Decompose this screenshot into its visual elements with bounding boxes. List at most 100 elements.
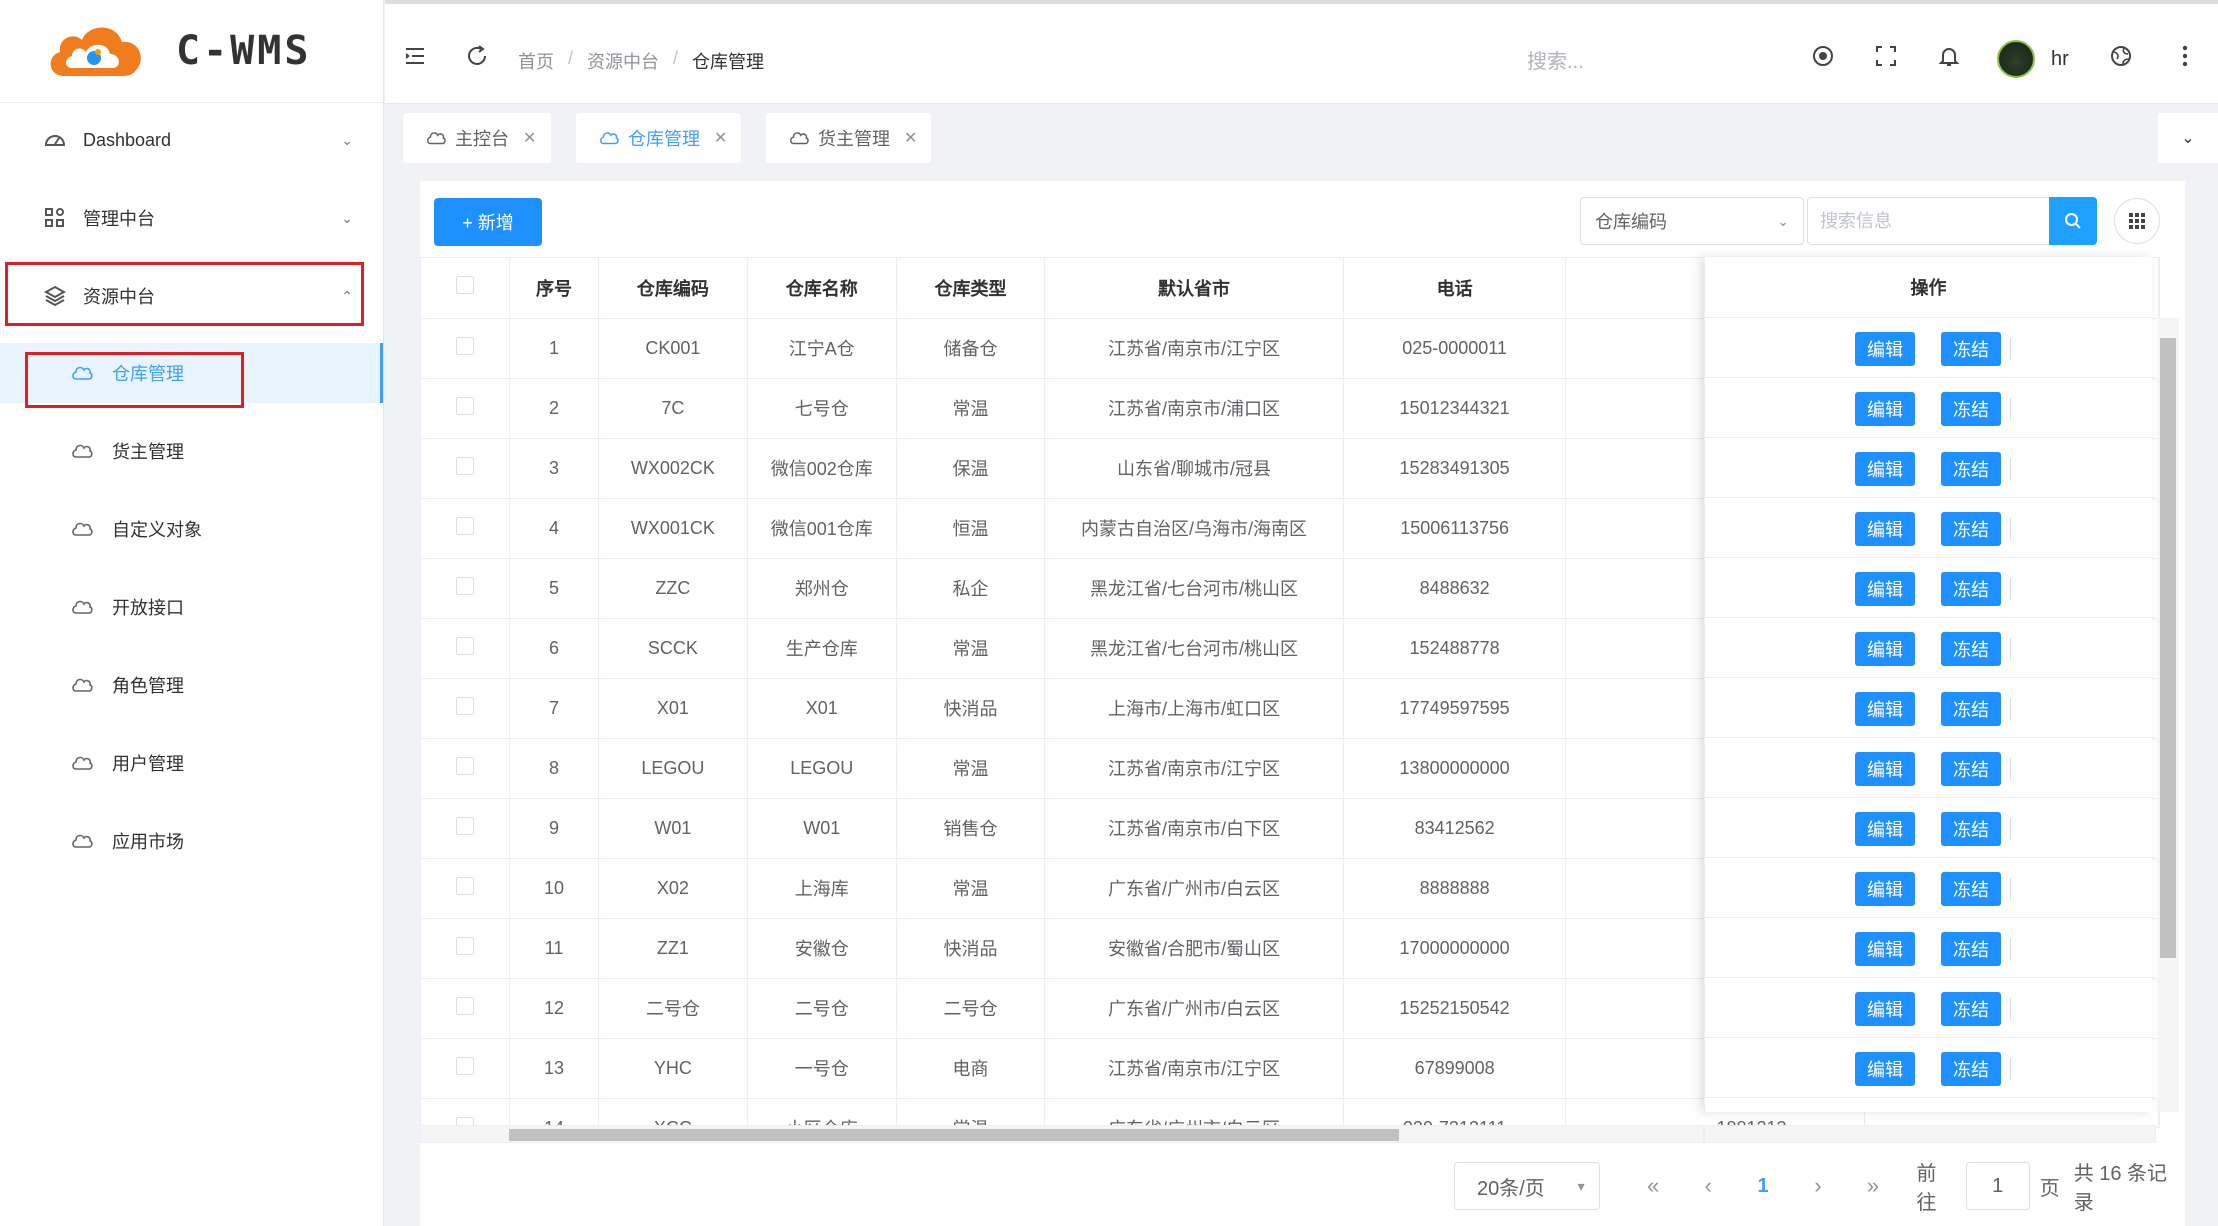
close-icon[interactable]: ✕ [523, 128, 536, 148]
bell-icon[interactable] [1935, 42, 1963, 70]
next-page-icon[interactable]: › [1791, 1173, 1846, 1199]
tab-shipper[interactable]: 货主管理 ✕ [766, 113, 931, 163]
close-icon[interactable]: ✕ [714, 128, 727, 148]
sidebar-item-custom-object[interactable]: 自定义对象 [0, 499, 383, 559]
tab-warehouse[interactable]: 仓库管理 ✕ [576, 113, 741, 163]
menu-fold-icon[interactable] [401, 42, 429, 70]
page-size-select[interactable]: 20条/页 ▾ [1454, 1162, 1600, 1210]
row-checkbox[interactable] [421, 858, 511, 919]
sidebar-item-roles[interactable]: 角色管理 [0, 655, 383, 715]
edit-button[interactable]: 编辑 [1855, 1052, 1915, 1086]
table-cell: 广东省/广州市/白云区 [1044, 1098, 1344, 1127]
column-settings-button[interactable] [2114, 198, 2160, 244]
edit-button[interactable]: 编辑 [1855, 752, 1915, 786]
fullscreen-icon[interactable] [1872, 42, 1900, 70]
row-checkbox[interactable] [421, 558, 511, 619]
table-cell: 微信002仓库 [747, 438, 897, 499]
row-checkbox[interactable] [421, 978, 511, 1039]
freeze-button[interactable]: 冻结 [1941, 992, 2001, 1026]
row-checkbox[interactable] [421, 318, 511, 379]
edit-button[interactable]: 编辑 [1855, 632, 1915, 666]
column-header[interactable]: 默认省市 [1044, 258, 1344, 319]
sidebar-item-management[interactable]: 管理中台 ⌄ [0, 188, 383, 248]
column-header[interactable]: 序号 [509, 258, 599, 319]
more-vertical-icon[interactable] [2171, 42, 2199, 70]
edit-button[interactable]: 编辑 [1855, 512, 1915, 546]
search-button[interactable] [2049, 197, 2097, 245]
cloud-outline-icon [72, 366, 93, 380]
vertical-scrollbar[interactable] [2157, 318, 2179, 1112]
globe-icon[interactable] [2107, 42, 2135, 70]
breadcrumb-resources[interactable]: 资源中台 [587, 48, 659, 74]
edit-button[interactable]: 编辑 [1855, 332, 1915, 366]
username[interactable]: hr [2051, 48, 2069, 71]
row-checkbox[interactable] [421, 498, 511, 559]
header-search[interactable]: 搜索... [1527, 45, 1584, 74]
freeze-button[interactable]: 冻结 [1941, 812, 2001, 846]
freeze-button[interactable]: 冻结 [1941, 1052, 2001, 1086]
edit-button[interactable]: 编辑 [1855, 692, 1915, 726]
record-icon[interactable] [1809, 42, 1837, 70]
row-checkbox[interactable] [421, 678, 511, 739]
page-number[interactable]: 1 [1736, 1175, 1791, 1198]
sidebar-item-open-api[interactable]: 开放接口 [0, 577, 383, 637]
prev-page-icon[interactable]: ‹ [1681, 1173, 1736, 1199]
first-page-icon[interactable]: « [1626, 1173, 1681, 1199]
breadcrumb-home[interactable]: 首页 [518, 48, 554, 74]
row-checkbox[interactable] [421, 918, 511, 979]
freeze-button[interactable]: 冻结 [1941, 632, 2001, 666]
row-checkbox[interactable] [421, 738, 511, 799]
sidebar-item-dashboard[interactable]: Dashboard ⌄ [0, 110, 383, 170]
sidebar-item-label: 开放接口 [112, 598, 184, 618]
add-button[interactable]: + 新增 [434, 198, 542, 246]
logo[interactable]: C-WMS [0, 0, 383, 103]
freeze-button[interactable]: 冻结 [1941, 572, 2001, 606]
table-cell: 3 [509, 438, 599, 499]
freeze-button[interactable]: 冻结 [1941, 332, 2001, 366]
sidebar-item-warehouse[interactable]: 仓库管理 [0, 343, 383, 403]
edit-button[interactable]: 编辑 [1855, 452, 1915, 486]
avatar[interactable] [1997, 40, 2035, 78]
horizontal-scrollbar-fixed[interactable] [1704, 1125, 2156, 1143]
freeze-button[interactable]: 冻结 [1941, 752, 2001, 786]
freeze-button[interactable]: 冻结 [1941, 872, 2001, 906]
sidebar-item-resources[interactable]: 资源中台 ⌃ [0, 266, 383, 326]
freeze-button[interactable]: 冻结 [1941, 932, 2001, 966]
edit-button[interactable]: 编辑 [1855, 932, 1915, 966]
select-all-checkbox[interactable] [421, 258, 511, 319]
edit-button[interactable]: 编辑 [1855, 392, 1915, 426]
row-checkbox[interactable] [421, 378, 511, 439]
column-header[interactable]: 仓库编码 [598, 258, 748, 319]
goto-page-input[interactable] [1965, 1162, 2030, 1210]
tab-dashboard[interactable]: 主控台 ✕ [403, 113, 551, 163]
chevron-down-icon: ⌄ [2181, 130, 2195, 147]
sidebar-item-app-market[interactable]: 应用市场 [0, 811, 383, 871]
edit-button[interactable]: 编辑 [1855, 992, 1915, 1026]
search-field-select[interactable]: 仓库编码 ⌄ [1580, 197, 1804, 245]
row-checkbox[interactable] [421, 1038, 511, 1099]
search-input[interactable] [1807, 197, 2051, 245]
row-checkbox[interactable] [421, 1098, 511, 1127]
sidebar-item-shipper[interactable]: 货主管理 [0, 421, 383, 481]
freeze-button[interactable]: 冻结 [1941, 452, 2001, 486]
column-header[interactable]: 仓库名称 [747, 258, 897, 319]
last-page-icon[interactable]: » [1846, 1173, 1901, 1199]
row-checkbox[interactable] [421, 798, 511, 859]
table-cell: LEGOU [747, 738, 897, 799]
apps-icon [43, 206, 67, 230]
refresh-icon[interactable] [463, 42, 491, 70]
sidebar-item-users[interactable]: 用户管理 [0, 733, 383, 793]
column-header[interactable]: 电话 [1343, 258, 1567, 319]
row-checkbox[interactable] [421, 438, 511, 499]
edit-button[interactable]: 编辑 [1855, 872, 1915, 906]
horizontal-scrollbar[interactable] [420, 1125, 1704, 1143]
freeze-button[interactable]: 冻结 [1941, 512, 2001, 546]
freeze-button[interactable]: 冻结 [1941, 392, 2001, 426]
tabs-dropdown-button[interactable]: ⌄ [2158, 113, 2218, 163]
freeze-button[interactable]: 冻结 [1941, 692, 2001, 726]
edit-button[interactable]: 编辑 [1855, 572, 1915, 606]
row-checkbox[interactable] [421, 618, 511, 679]
column-header[interactable]: 仓库类型 [896, 258, 1046, 319]
close-icon[interactable]: ✕ [904, 128, 917, 148]
edit-button[interactable]: 编辑 [1855, 812, 1915, 846]
